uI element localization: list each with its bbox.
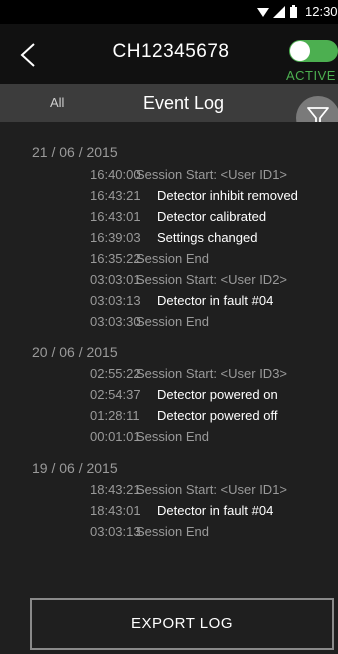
wifi-icon (257, 8, 269, 17)
tab-event-log[interactable]: Event Log (143, 93, 224, 114)
log-time: 00:01:01 (90, 429, 141, 444)
log-text: Session Start: <User ID3> (136, 366, 288, 381)
page-title: CH12345678 (112, 41, 230, 62)
log-time: 16:40:00 (90, 167, 141, 182)
log-text: Session Start: <User ID1> (136, 482, 288, 497)
log-time: 03:03:13 (90, 293, 141, 308)
log-text: Settings changed (157, 230, 258, 245)
log-text: Session Start: <User ID2> (136, 272, 288, 287)
log-time: 16:35:22 (90, 251, 141, 266)
log-text: Detector in fault #04 (157, 293, 274, 308)
log-time: 18:43:21 (90, 482, 141, 497)
log-time: 01:28:11 (90, 408, 140, 423)
app-bar: CH12345678 ACTIVE (0, 24, 338, 84)
event-log-list: 21 / 06 / 2015 16:40:00 Session Start: <… (0, 122, 338, 592)
log-text: Session End (136, 524, 209, 539)
active-label: ACTIVE (286, 68, 336, 83)
signal-icon (273, 6, 285, 18)
toggle-knob (290, 41, 310, 61)
battery-icon (290, 5, 297, 18)
status-time: 12:30 (305, 4, 338, 19)
log-date: 19 / 06 / 2015 (32, 460, 118, 476)
log-text: Session End (136, 251, 209, 266)
export-log-button[interactable]: EXPORT LOG (30, 598, 334, 650)
log-time: 03:03:13 (90, 524, 141, 539)
log-time: 16:43:21 (90, 188, 141, 203)
log-text: Detector in fault #04 (157, 503, 274, 518)
log-time: 02:55:22 (90, 366, 141, 381)
log-text: Session End (136, 314, 209, 329)
tab-row: All Event Log (0, 84, 338, 122)
log-time: 16:43:01 (90, 209, 141, 224)
log-text: Detector powered off (157, 408, 278, 423)
log-time: 02:54:37 (90, 387, 141, 402)
log-date: 20 / 06 / 2015 (32, 344, 118, 360)
log-text: Detector inhibit removed (157, 188, 298, 203)
log-text: Session End (136, 429, 209, 444)
log-time: 18:43:01 (90, 503, 141, 518)
status-bar: 12:30 (0, 0, 338, 24)
tab-all[interactable]: All (50, 95, 64, 110)
log-date: 21 / 06 / 2015 (32, 144, 118, 160)
log-text: Detector calibrated (157, 209, 267, 224)
log-time: 03:03:30 (90, 314, 141, 329)
log-text: Detector powered on (157, 387, 278, 402)
log-text: Session Start: <User ID1> (136, 167, 288, 182)
active-toggle[interactable] (289, 40, 338, 62)
log-time: 03:03:01 (90, 272, 141, 287)
log-time: 16:39:03 (90, 230, 141, 245)
